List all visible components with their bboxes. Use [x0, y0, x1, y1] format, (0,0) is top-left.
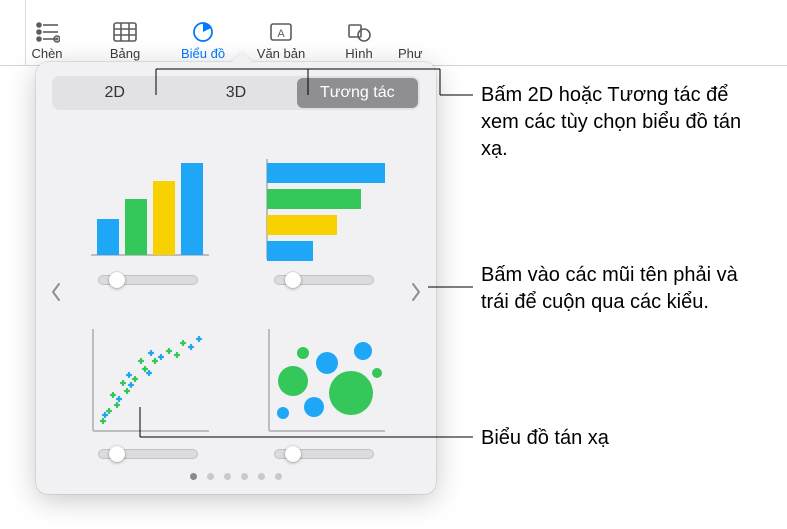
callout-arrows: Bấm vào các mũi tên phải và trái để cuộn…: [481, 262, 771, 316]
callout-tabs: Bấm 2D hoặc Tương tác để xem các tùy chọ…: [481, 82, 771, 163]
callout-scatter: Biểu đồ tán xạ: [481, 425, 771, 452]
